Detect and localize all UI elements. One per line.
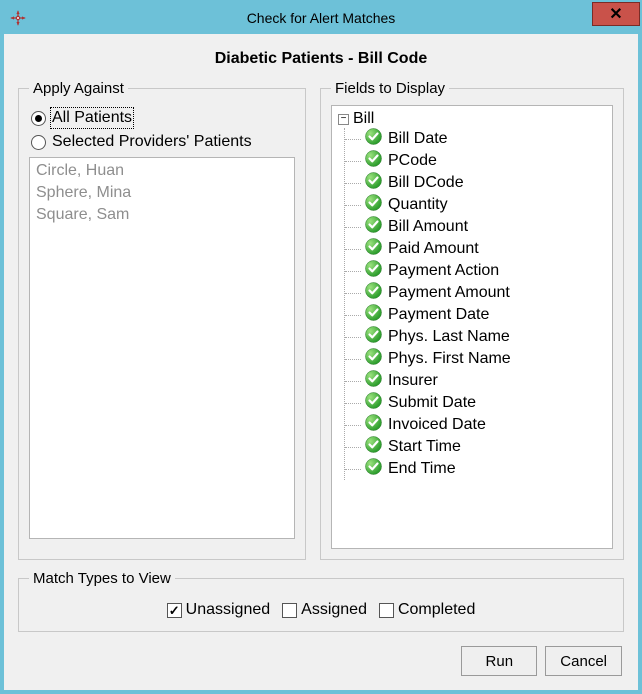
match-option[interactable]: Completed: [379, 601, 475, 619]
tree-item[interactable]: Payment Amount: [345, 282, 606, 304]
tree-item-label: PCode: [388, 152, 437, 170]
radio-selected-providers[interactable]: Selected Providers' Patients: [31, 133, 295, 151]
check-icon: [365, 414, 382, 436]
tree-item-label: Phys. First Name: [388, 350, 511, 368]
tree-item-label: Bill DCode: [388, 174, 464, 192]
check-icon: [365, 458, 382, 480]
match-option[interactable]: Unassigned: [167, 601, 271, 619]
match-types-legend: Match Types to View: [29, 570, 175, 587]
fields-tree[interactable]: − Bill Bill DatePCodeBill DCodeQuantityB…: [331, 105, 613, 549]
tree-item-label: Phys. Last Name: [388, 328, 510, 346]
radio-all-label: All Patients: [52, 109, 132, 127]
check-icon: [365, 282, 382, 304]
match-types-group: Match Types to View Unassigned Assigned Co…: [18, 570, 624, 632]
check-icon: [365, 436, 382, 458]
tree-item-label: Invoiced Date: [388, 416, 486, 434]
check-icon: [365, 348, 382, 370]
cancel-button[interactable]: Cancel: [545, 646, 622, 676]
tree-children: Bill Date PCode Bill DCode Quantity Bill Amo…: [344, 128, 606, 480]
check-icon: [365, 304, 382, 326]
radio-selected-label: Selected Providers' Patients: [52, 133, 252, 151]
tree-item[interactable]: Bill Date: [345, 128, 606, 150]
match-types-row: Unassigned Assigned Completed: [29, 595, 613, 621]
tree-item[interactable]: Paid Amount: [345, 238, 606, 260]
tree-collapse-icon[interactable]: −: [338, 114, 349, 125]
tree-item[interactable]: End Time: [345, 458, 606, 480]
tree-item-label: Payment Date: [388, 306, 489, 324]
check-icon: [365, 392, 382, 414]
list-item[interactable]: Sphere, Mina: [36, 182, 288, 204]
tree-item-label: Paid Amount: [388, 240, 479, 258]
page-title: Diabetic Patients - Bill Code: [18, 50, 624, 68]
tree-item[interactable]: Phys. Last Name: [345, 326, 606, 348]
check-icon: [365, 326, 382, 348]
radio-icon: [31, 111, 46, 126]
tree-item-label: Payment Action: [388, 262, 499, 280]
match-option-label: Completed: [398, 601, 475, 619]
tree-item[interactable]: Phys. First Name: [345, 348, 606, 370]
fields-legend: Fields to Display: [331, 80, 449, 97]
window-title: Check for Alert Matches: [2, 10, 640, 26]
radio-all-patients[interactable]: All Patients: [31, 109, 295, 127]
window-frame: Check for Alert Matches ✕ Diabetic Patie…: [0, 0, 642, 694]
checkbox-icon: [282, 603, 297, 618]
match-option[interactable]: Assigned: [282, 601, 367, 619]
tree-item-label: Quantity: [388, 196, 448, 214]
tree-item-label: Bill Date: [388, 130, 448, 148]
tree-item-label: Insurer: [388, 372, 438, 390]
apply-against-group: Apply Against All Patients Selected Prov…: [18, 80, 306, 560]
tree-item[interactable]: Bill DCode: [345, 172, 606, 194]
tree-item-label: Payment Amount: [388, 284, 510, 302]
check-icon: [365, 260, 382, 282]
providers-listbox[interactable]: Circle, HuanSphere, MinaSquare, Sam: [29, 157, 295, 539]
app-icon: [8, 8, 28, 28]
tree-item[interactable]: Bill Amount: [345, 216, 606, 238]
checkbox-icon: [167, 603, 182, 618]
check-icon: [365, 238, 382, 260]
tree-item-label: Bill Amount: [388, 218, 468, 236]
tree-item[interactable]: Invoiced Date: [345, 414, 606, 436]
dialog-buttons: Run Cancel: [461, 646, 622, 676]
apply-against-legend: Apply Against: [29, 80, 128, 97]
client-area: Diabetic Patients - Bill Code Apply Agai…: [4, 34, 638, 690]
tree-item[interactable]: Insurer: [345, 370, 606, 392]
list-item[interactable]: Square, Sam: [36, 204, 288, 226]
check-icon: [365, 216, 382, 238]
check-icon: [365, 370, 382, 392]
match-option-label: Assigned: [301, 601, 367, 619]
titlebar: Check for Alert Matches ✕: [2, 2, 640, 34]
list-item[interactable]: Circle, Huan: [36, 160, 288, 182]
tree-item[interactable]: Payment Action: [345, 260, 606, 282]
check-icon: [365, 150, 382, 172]
tree-root-label: Bill: [353, 110, 374, 128]
tree-item-label: Submit Date: [388, 394, 476, 412]
close-button[interactable]: ✕: [592, 2, 640, 26]
close-icon: ✕: [609, 4, 622, 24]
tree-item[interactable]: Payment Date: [345, 304, 606, 326]
tree-item[interactable]: PCode: [345, 150, 606, 172]
tree-item-label: End Time: [388, 460, 456, 478]
match-option-label: Unassigned: [186, 601, 271, 619]
tree-root-row[interactable]: − Bill: [338, 110, 606, 128]
check-icon: [365, 172, 382, 194]
tree-item[interactable]: Quantity: [345, 194, 606, 216]
radio-icon: [31, 135, 46, 150]
check-icon: [365, 128, 382, 150]
tree-item[interactable]: Submit Date: [345, 392, 606, 414]
fields-group: Fields to Display − Bill Bill DatePCodeB…: [320, 80, 624, 560]
tree-item-label: Start Time: [388, 438, 461, 456]
checkbox-icon: [379, 603, 394, 618]
tree-item[interactable]: Start Time: [345, 436, 606, 458]
run-button[interactable]: Run: [461, 646, 537, 676]
check-icon: [365, 194, 382, 216]
